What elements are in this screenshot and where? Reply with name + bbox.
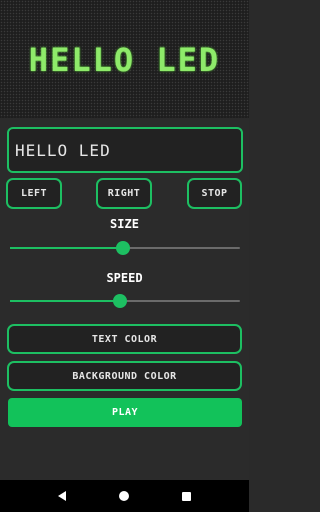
speed-slider-thumb[interactable] (113, 294, 128, 308)
size-slider-thumb[interactable] (115, 241, 130, 255)
recents-square-icon[interactable] (181, 491, 191, 501)
play-button[interactable]: PLAY (8, 398, 242, 427)
system-navigation-bar (0, 480, 249, 512)
size-label: SIZE (110, 217, 139, 231)
home-circle-icon[interactable] (118, 491, 129, 501)
back-triangle-icon[interactable] (58, 491, 67, 501)
scroll-right-button[interactable]: RIGHT (96, 178, 152, 209)
app-screen: HELLO LED LEFT RIGHT STOP SIZE SPEED TEX… (0, 0, 249, 512)
size-slider-fill (10, 247, 123, 249)
speed-slider[interactable] (10, 294, 240, 308)
stop-button[interactable]: STOP (187, 178, 242, 209)
speed-label: SPEED (106, 271, 143, 285)
text-color-button[interactable]: TEXT COLOR (7, 324, 242, 354)
background-color-button[interactable]: BACKGROUND COLOR (7, 361, 242, 391)
size-slider[interactable] (10, 241, 240, 255)
message-input[interactable] (7, 127, 243, 173)
led-display-text: HELLO LED (28, 41, 221, 79)
speed-slider-fill (10, 300, 121, 302)
led-display: HELLO LED (0, 0, 249, 118)
scroll-left-button[interactable]: LEFT (6, 178, 62, 209)
